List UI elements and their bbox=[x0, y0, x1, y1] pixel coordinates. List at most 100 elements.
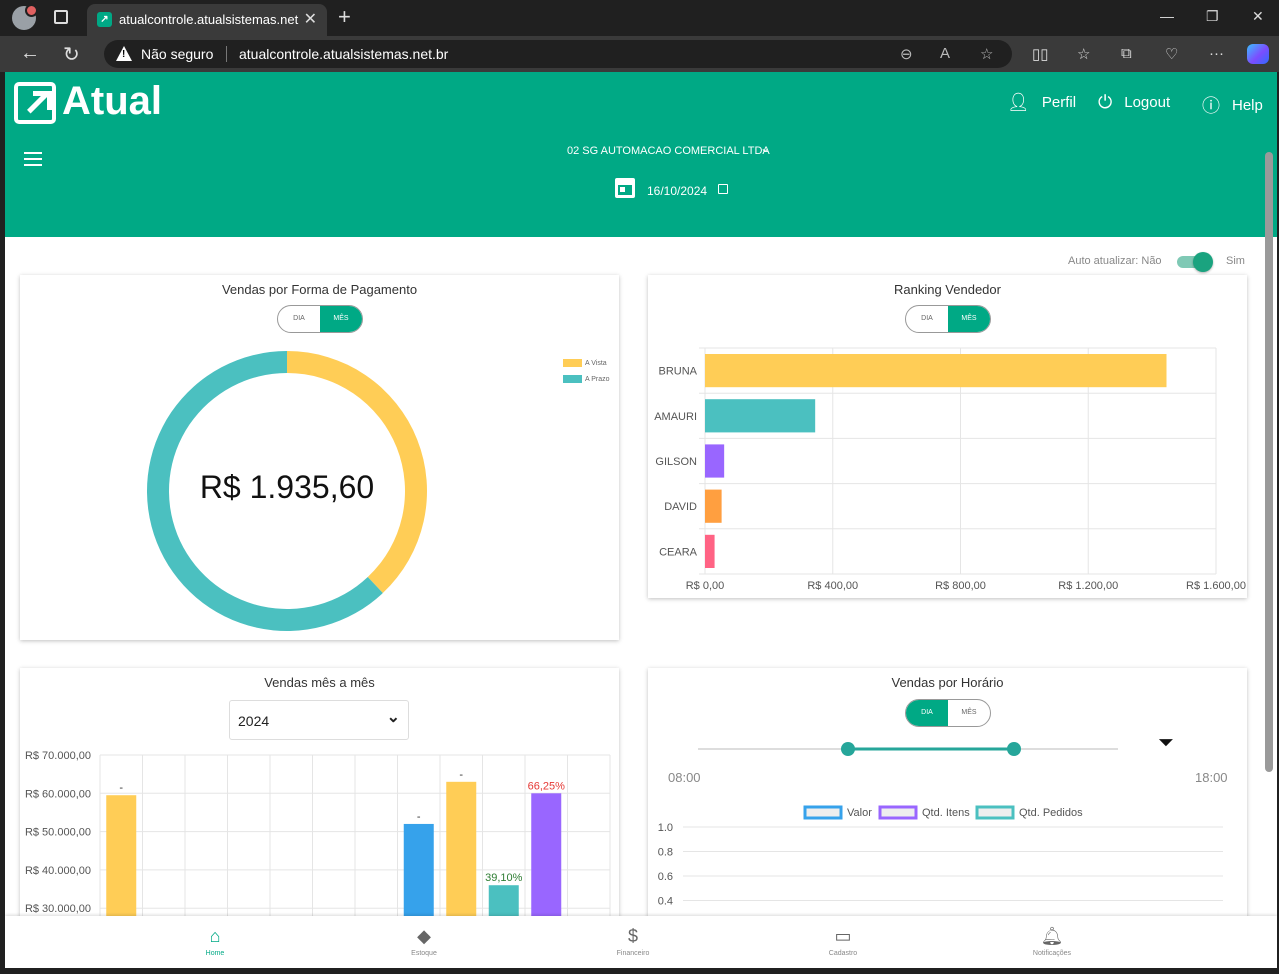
auto-update-on-label: Sim bbox=[1226, 255, 1245, 267]
url-text[interactable]: atualcontrole.atualsistemas.net.br bbox=[239, 46, 448, 62]
company-selector[interactable]: 02 SG AUTOMACAO COMERCIAL LTDA bbox=[567, 145, 770, 157]
logout-label: Logout bbox=[1124, 94, 1171, 111]
profile-avatar[interactable] bbox=[12, 4, 38, 30]
category-label: BRUNA bbox=[658, 366, 697, 378]
close-tab-icon[interactable]: ✕ bbox=[304, 9, 317, 29]
filter-icon[interactable]: ⏷ bbox=[1158, 732, 1174, 755]
tick-label: 1.0 bbox=[658, 822, 673, 834]
hamburger-menu-icon[interactable] bbox=[24, 152, 42, 166]
bell-icon: 🔔︎ bbox=[1040, 926, 1064, 946]
minimize-icon[interactable]: — bbox=[1160, 8, 1174, 24]
category-label: CEARA bbox=[659, 546, 698, 558]
nav-notificacoes[interactable]: 🔔︎ Notificações bbox=[1022, 926, 1082, 957]
logo-mark-icon bbox=[14, 82, 56, 124]
collections-icon[interactable]: ⧉ bbox=[1121, 45, 1132, 62]
bar-value-label: 66,25% bbox=[528, 780, 566, 792]
split-screen-icon[interactable]: ▯▯ bbox=[1032, 45, 1049, 63]
omnibox[interactable]: Não seguro atualcontrole.atualsistemas.n… bbox=[104, 40, 1012, 68]
date-value[interactable]: 16/10/2024 bbox=[647, 184, 707, 198]
tick-label: R$ 1.600,00 bbox=[1186, 580, 1246, 592]
home-icon: ⌂ bbox=[209, 926, 221, 946]
ranking-bar-chart: R$ 0,00 R$ 400,00 R$ 800,00 R$ 1.200,00 R$ 1… bbox=[654, 347, 1246, 592]
tick-label: 0.6 bbox=[658, 871, 673, 883]
legend-a-vista: A Vista bbox=[563, 359, 607, 367]
help-link[interactable]: ⓘ Help bbox=[1202, 92, 1263, 118]
more-icon[interactable]: ··· bbox=[1209, 45, 1224, 62]
perfil-link[interactable]: 👤︎ Perfil bbox=[1007, 92, 1076, 113]
page: Atual 👤︎ Perfil ⏻ Logout ⓘ Help 02 SG AU… bbox=[5, 72, 1277, 968]
tick-label: 0.8 bbox=[658, 847, 673, 859]
nav-cadastro[interactable]: ▭ Cadastro bbox=[813, 926, 873, 957]
bar-value-label: - bbox=[459, 769, 463, 781]
month-bar bbox=[403, 823, 434, 928]
back-icon[interactable]: ← bbox=[20, 42, 40, 65]
bar-gilson bbox=[705, 444, 725, 478]
nav-label: Financeiro bbox=[616, 950, 650, 957]
legend-label: A Prazo bbox=[585, 375, 610, 383]
tab-actions-icon[interactable] bbox=[54, 10, 68, 24]
legend-swatch bbox=[563, 375, 582, 383]
range-end-thumb bbox=[1007, 742, 1021, 756]
month-bar bbox=[446, 781, 477, 928]
legend-label: Qtd. Itens bbox=[922, 807, 970, 819]
legend-swatch bbox=[975, 805, 1015, 820]
performance-icon[interactable]: ♡ bbox=[1165, 45, 1178, 63]
browser-tab-bar: ↗ atualcontrole.atualsistemas.net.br ✕ +… bbox=[0, 0, 1279, 36]
copilot-icon[interactable] bbox=[1247, 44, 1269, 64]
refresh-icon[interactable]: ↻ bbox=[63, 42, 80, 67]
calendar-icon[interactable] bbox=[615, 178, 635, 198]
bar-bruna bbox=[705, 354, 1167, 388]
restore-icon[interactable]: ❐ bbox=[1206, 8, 1219, 25]
nav-financeiro[interactable]: $ Financeiro bbox=[603, 926, 663, 957]
range-start-label: 08:00 bbox=[668, 770, 701, 785]
hourly-card: Vendas por Horário DIA MÊS Valor Qtd. Ite… bbox=[648, 668, 1247, 928]
help-icon: ⓘ bbox=[1202, 96, 1220, 116]
scroll-thumb[interactable] bbox=[1265, 152, 1273, 772]
read-aloud-icon[interactable]: A bbox=[940, 45, 950, 62]
page-scrollbar[interactable] bbox=[1265, 138, 1274, 964]
nav-home[interactable]: ⌂ Home bbox=[185, 926, 245, 957]
favicon-icon: ↗ bbox=[97, 12, 112, 27]
logout-link[interactable]: ⏻ Logout bbox=[1098, 92, 1170, 113]
legend-a-prazo: A Prazo bbox=[563, 375, 610, 383]
payment-donut-chart bbox=[146, 351, 427, 631]
nav-label: Cadastro bbox=[828, 950, 858, 957]
tick-label: R$ 30.000,00 bbox=[25, 903, 91, 915]
favorite-star-icon[interactable]: ☆ bbox=[980, 45, 993, 63]
nav-label: Notificações bbox=[1032, 950, 1072, 957]
security-status[interactable]: Não seguro bbox=[141, 46, 213, 62]
range-end-label: 18:00 bbox=[1195, 770, 1228, 785]
chevron-down-icon[interactable]: ⌄ bbox=[760, 141, 770, 155]
hourly-chart: Valor Qtd. Itens Qtd. Pedidos 1.0 0.8 0.6 0.4 bbox=[658, 742, 1223, 908]
auto-update-toggle[interactable] bbox=[1177, 252, 1213, 272]
browser-tab[interactable]: ↗ atualcontrole.atualsistemas.net.br ✕ bbox=[87, 4, 327, 36]
ranking-card: Ranking Vendedor DIA MÊS R$ 0,00 R$ 400,0… bbox=[648, 275, 1247, 598]
power-icon: ⏻ bbox=[1098, 92, 1113, 112]
user-icon: 👤︎ bbox=[1007, 92, 1030, 112]
bar-value-label: 39,10% bbox=[485, 872, 523, 884]
legend-label: Valor bbox=[847, 807, 872, 819]
monthly-bar-chart: R$ 70.000,00 R$ 60.000,00 R$ 50.000,00 R$ 4… bbox=[25, 750, 611, 928]
auto-update-label: Auto atualizar: Não bbox=[1068, 255, 1162, 267]
category-label: AMAURI bbox=[654, 411, 697, 423]
bottom-nav: ⌂ Home ◆ Estoque $ Financeiro ▭ Cadastro… bbox=[5, 916, 1277, 968]
app-header: Atual 👤︎ Perfil ⏻ Logout ⓘ Help 02 SG AU… bbox=[5, 72, 1277, 237]
tick-label: R$ 40.000,00 bbox=[25, 865, 91, 877]
toggle-knob bbox=[1193, 252, 1213, 272]
nav-label: Home bbox=[205, 950, 225, 957]
close-window-icon[interactable]: ✕ bbox=[1252, 8, 1264, 25]
category-label: DAVID bbox=[664, 501, 697, 513]
tick-label: 0.4 bbox=[658, 896, 673, 908]
warning-icon bbox=[116, 46, 132, 61]
category-label: GILSON bbox=[655, 456, 697, 468]
bar-ceara bbox=[705, 534, 715, 568]
nav-estoque[interactable]: ◆ Estoque bbox=[394, 926, 454, 957]
folder-icon: ▭ bbox=[834, 926, 852, 946]
tick-label: R$ 70.000,00 bbox=[25, 750, 91, 762]
date-picker-icon[interactable] bbox=[718, 184, 728, 194]
tick-label: R$ 50.000,00 bbox=[25, 827, 91, 839]
new-tab-icon[interactable]: + bbox=[338, 4, 351, 30]
month-bar bbox=[106, 795, 137, 928]
zoom-icon[interactable]: ⊖ bbox=[900, 45, 913, 63]
favorites-icon[interactable]: ☆ bbox=[1077, 45, 1090, 63]
